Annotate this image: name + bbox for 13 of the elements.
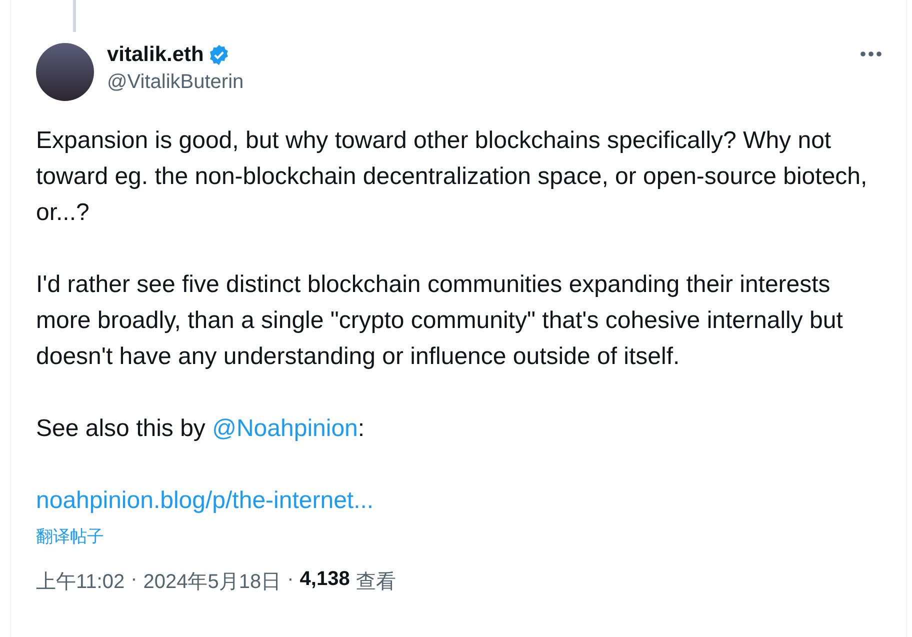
author-name[interactable]: vitalik.eth (107, 43, 204, 67)
view-count: 4,138 (300, 568, 350, 592)
tweet-text: I'd rather see five distinct blockchain communities expanding their interests more broadly, than a single "crypto community" that's cohesive internally but doesn't have any understanding or influence outside of itself. (36, 270, 844, 372)
tweet-text: : (358, 414, 365, 444)
tweet-text: See also this by (36, 414, 206, 444)
separator-dot: · (130, 568, 138, 592)
separator-dot: · (287, 568, 294, 592)
more-options-icon[interactable] (860, 51, 882, 57)
author-handle[interactable]: @VitalikButerin (107, 71, 847, 94)
tweet-text: Expansion is good, but why toward other blockchains specifically? Why not toward eg. the non-blockchain decentralization space, or open-source biotech, or...? (36, 126, 868, 228)
post-date[interactable]: 2024年5月18日 (143, 568, 282, 595)
views-label: 查看 (356, 570, 396, 595)
post-time[interactable]: 上午11:02 (36, 568, 125, 595)
